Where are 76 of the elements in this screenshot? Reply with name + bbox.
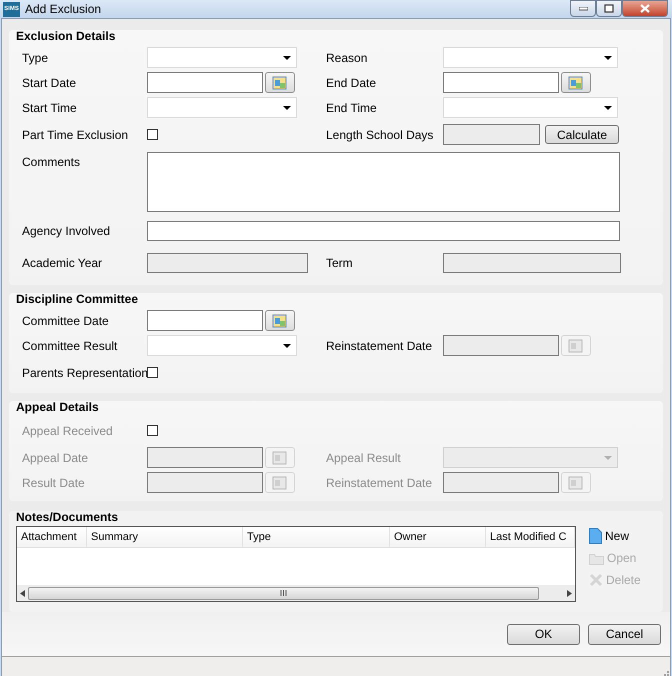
calendar-icon bbox=[568, 74, 584, 90]
horizontal-scrollbar[interactable] bbox=[17, 585, 575, 601]
field-label: End Time bbox=[326, 100, 377, 116]
column-header[interactable]: Type bbox=[243, 527, 390, 547]
field-label: Committee Result bbox=[22, 338, 118, 354]
field-label: Reinstatement Date bbox=[326, 338, 432, 354]
checkbox[interactable] bbox=[147, 129, 158, 140]
text-area[interactable] bbox=[147, 152, 620, 212]
date-field[interactable] bbox=[147, 72, 263, 93]
dialog-button[interactable]: Cancel bbox=[588, 624, 661, 644]
field-label: Length School Days bbox=[326, 126, 434, 144]
field-label: Start Date bbox=[22, 74, 76, 92]
field-label: End Date bbox=[326, 74, 376, 92]
field-label: Reinstatement Date bbox=[326, 474, 432, 492]
field-label: Parents Representation bbox=[22, 364, 148, 382]
dropdown-field[interactable] bbox=[147, 47, 297, 68]
dropdown-arrow-icon bbox=[604, 106, 612, 110]
calendar-button[interactable] bbox=[265, 310, 295, 331]
delete-icon bbox=[589, 573, 603, 587]
scroll-thumb[interactable] bbox=[28, 586, 539, 600]
calendar-icon bbox=[272, 74, 288, 90]
dropdown-field[interactable] bbox=[147, 335, 297, 356]
calendar-icon bbox=[568, 474, 584, 490]
field-label: Appeal Result bbox=[326, 450, 401, 466]
date-field[interactable] bbox=[443, 72, 559, 93]
calendar-icon bbox=[272, 312, 288, 328]
calendar-icon bbox=[272, 450, 288, 466]
scroll-right-icon bbox=[567, 590, 572, 596]
dropdown-arrow-icon bbox=[283, 106, 291, 110]
window-title: Add Exclusion bbox=[25, 1, 102, 18]
calendar-button[interactable] bbox=[561, 72, 591, 93]
text-field[interactable] bbox=[147, 221, 620, 241]
field-label: Academic Year bbox=[22, 255, 102, 272]
section-title: Discipline Committee bbox=[16, 291, 140, 308]
maximize-icon bbox=[604, 4, 614, 13]
column-header[interactable]: Attachment bbox=[17, 527, 87, 547]
dropdown-arrow-icon bbox=[604, 456, 612, 460]
maximize-button[interactable] bbox=[596, 0, 622, 17]
field-label: Agency Involved bbox=[22, 223, 110, 240]
dialog-button[interactable]: OK bbox=[507, 624, 580, 644]
section-title: Exclusion Details bbox=[16, 28, 116, 45]
dropdown-field[interactable] bbox=[443, 97, 618, 118]
field-label: Reason bbox=[326, 50, 368, 66]
dropdown-field[interactable] bbox=[147, 97, 297, 118]
field-label: Part Time Exclusion bbox=[22, 126, 128, 144]
scroll-left-icon bbox=[20, 590, 25, 596]
section-title: Notes/Documents bbox=[16, 509, 120, 526]
field-label: Comments bbox=[22, 154, 80, 171]
field-label: Start Time bbox=[22, 100, 77, 116]
minimize-icon bbox=[578, 6, 588, 10]
checkbox[interactable] bbox=[147, 425, 158, 436]
dropdown-field[interactable] bbox=[443, 47, 618, 68]
close-icon bbox=[640, 4, 650, 13]
minimize-button[interactable] bbox=[570, 0, 596, 17]
column-header[interactable]: Owner bbox=[390, 527, 486, 547]
field-label: Appeal Date bbox=[22, 450, 88, 466]
dropdown-arrow-icon bbox=[283, 56, 291, 60]
field-label: Type bbox=[22, 50, 48, 66]
folder-icon bbox=[589, 552, 604, 564]
calendar-icon bbox=[568, 338, 584, 354]
dropdown-arrow-icon bbox=[604, 56, 612, 60]
field-label: Appeal Received bbox=[22, 422, 113, 440]
close-button[interactable] bbox=[622, 0, 668, 17]
calendar-button[interactable] bbox=[265, 72, 295, 93]
column-header[interactable]: Summary bbox=[87, 527, 243, 547]
toolbar-button[interactable]: New bbox=[589, 527, 641, 545]
date-field[interactable] bbox=[147, 310, 263, 331]
checkbox[interactable] bbox=[147, 367, 158, 378]
dropdown-arrow-icon bbox=[283, 344, 291, 348]
field-label: Result Date bbox=[22, 474, 85, 492]
section-title: Appeal Details bbox=[16, 399, 100, 416]
calendar-icon bbox=[272, 474, 288, 490]
field-label: Term bbox=[326, 255, 353, 272]
field-label: Committee Date bbox=[22, 312, 109, 330]
column-header[interactable]: Last Modified C bbox=[486, 527, 575, 547]
document-icon bbox=[589, 528, 602, 544]
